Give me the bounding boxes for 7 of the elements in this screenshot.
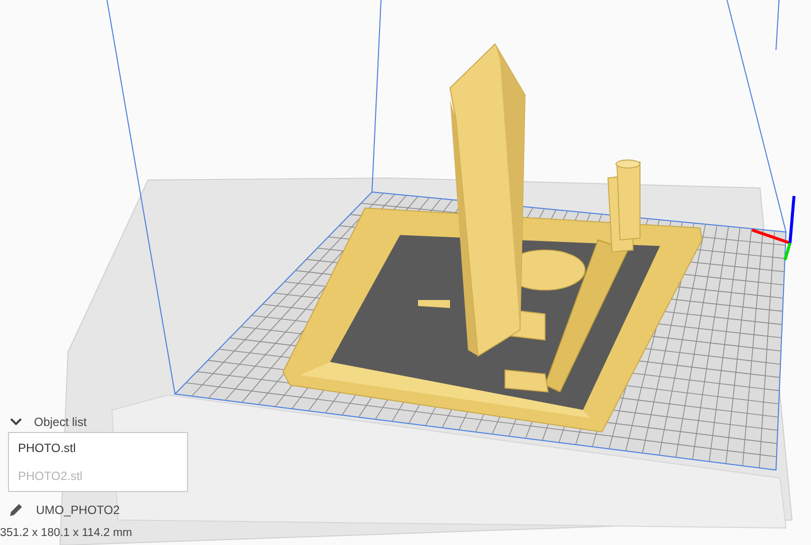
object-list-title[interactable]: Object list <box>34 415 87 429</box>
chevron-icon[interactable] <box>10 418 22 426</box>
axis-icon <box>752 196 796 260</box>
pencil-icon[interactable] <box>8 502 24 518</box>
job-name: UMO_PHOTO2 <box>36 503 120 517</box>
object-list-item[interactable]: PHOTO.stl <box>9 441 187 455</box>
model-dimensions: 351.2 x 180.1 x 114.2 mm <box>0 527 134 539</box>
